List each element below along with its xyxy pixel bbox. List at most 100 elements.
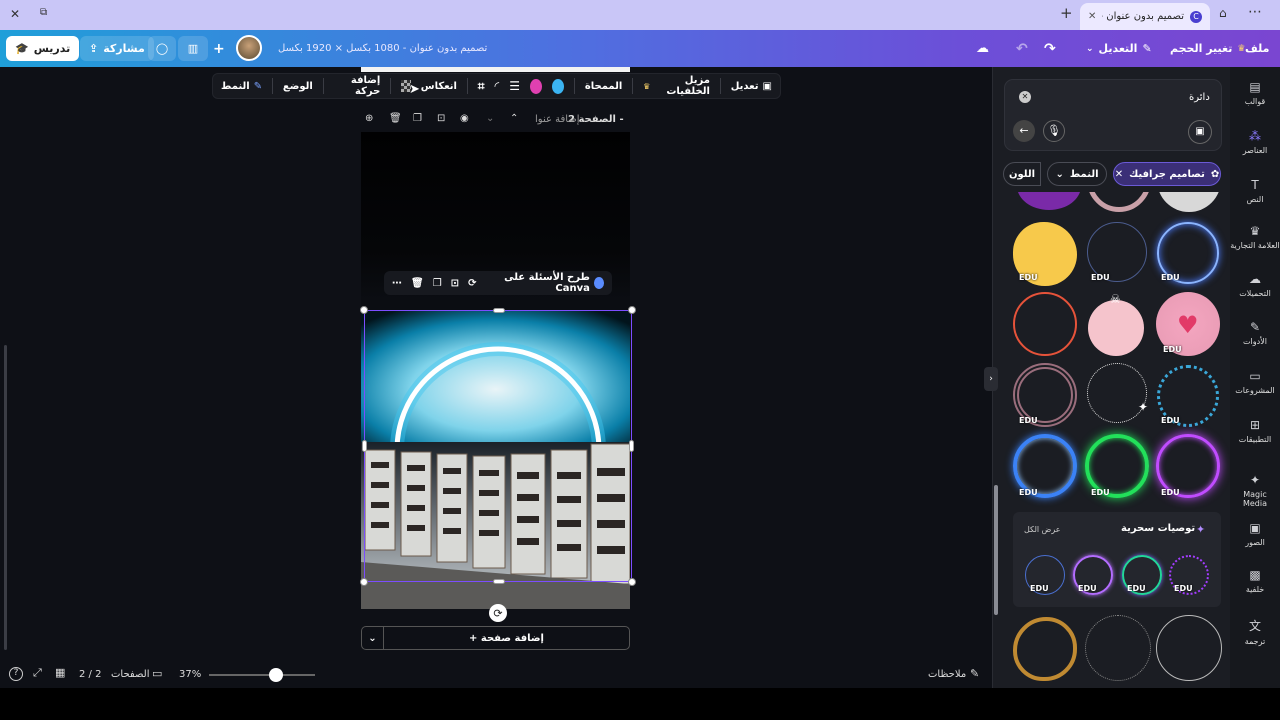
color-swatch-pink[interactable] xyxy=(529,78,542,94)
color-swatch-blue[interactable] xyxy=(552,78,565,94)
notes-button[interactable]: ملاحظات xyxy=(928,669,966,680)
lock-icon[interactable]: ⊡ xyxy=(451,278,459,289)
lock-page-icon[interactable]: ⊡ xyxy=(437,113,445,124)
replace-icon[interactable]: ⟳ xyxy=(468,278,476,289)
corner-rounding-icon[interactable]: ◜ xyxy=(495,79,500,93)
rail-item[interactable]: ▤ قوالب xyxy=(1230,80,1280,106)
pages-button[interactable]: الصفحات xyxy=(111,669,149,680)
graphic-pink-ring[interactable] xyxy=(1087,192,1151,212)
add-page-icon[interactable]: ⊕ xyxy=(365,113,373,124)
delete-icon[interactable]: 🗑 xyxy=(411,278,424,289)
file-menu[interactable]: ملف xyxy=(1245,36,1269,61)
search-input[interactable]: دائرة xyxy=(1189,92,1210,103)
delete-page-icon[interactable]: 🗑 xyxy=(389,113,402,124)
cloud-saved-icon[interactable]: ☁ xyxy=(976,36,989,61)
resize-handle-tl[interactable] xyxy=(360,306,368,314)
duplicate-icon[interactable]: ❐ xyxy=(433,278,442,289)
flip-button[interactable]: انعكاس xyxy=(421,81,457,92)
rail-item[interactable]: ☁ التحميلات xyxy=(1230,272,1280,298)
resize-handle-bl[interactable] xyxy=(360,578,368,586)
resize-handle-right[interactable] xyxy=(629,440,634,452)
zoom-slider-track[interactable] xyxy=(209,674,315,676)
grid-view-icon[interactable]: ▦ xyxy=(55,666,65,679)
collapse-panel-icon[interactable]: › xyxy=(984,367,998,391)
more-options-icon[interactable]: ⋯ xyxy=(392,278,402,289)
rotate-handle-icon[interactable]: ⟳ xyxy=(489,604,507,622)
zoom-slider-thumb[interactable] xyxy=(268,668,283,682)
graphic-sparkle-ring[interactable] xyxy=(1087,363,1147,423)
image-search-icon[interactable]: ▣ xyxy=(1188,120,1212,144)
graphic-pink-ornament[interactable] xyxy=(1088,300,1144,356)
fullscreen-icon[interactable]: ⤢ xyxy=(33,666,42,680)
undo-icon[interactable]: ↶ xyxy=(1016,36,1028,61)
animate-button[interactable]: إضافة حركة xyxy=(334,75,380,97)
panel-scrollbar[interactable] xyxy=(994,485,998,615)
left-scrollbar[interactable] xyxy=(4,345,7,650)
rail-item[interactable]: ▣ الصور xyxy=(1230,521,1280,547)
browser-tab[interactable]: C تصميم بدون عنوان - 0... ✕ xyxy=(1080,3,1210,30)
resize-handle-tr[interactable] xyxy=(628,306,636,314)
filter-chip-color[interactable]: اللون xyxy=(1003,162,1041,186)
graphic-gold-scribble-ring[interactable] xyxy=(1013,617,1077,681)
hide-page-icon[interactable]: ◉ xyxy=(460,113,469,124)
page-title-input[interactable]: إضافة عنوا... xyxy=(535,114,589,125)
edit-mode-button[interactable]: ⌄ التعديل ✎ xyxy=(1086,36,1152,61)
ask-canva-button[interactable]: طرح الأسئلة على Canva xyxy=(485,272,604,294)
rail-item[interactable]: ✎ الأدوات xyxy=(1230,320,1280,346)
rail-item[interactable]: T النص xyxy=(1230,178,1280,204)
rail-item[interactable]: ♛ العلامة التجارية xyxy=(1230,224,1280,250)
selection-box[interactable] xyxy=(360,306,636,586)
redo-icon[interactable]: ↷ xyxy=(1044,36,1056,61)
move-up-icon[interactable]: ⌃ xyxy=(510,113,518,124)
rail-item[interactable]: ⁂ العناصر xyxy=(1230,129,1280,155)
add-page-button[interactable]: + إضافة صفحة xyxy=(384,633,629,644)
rail-item[interactable]: ✦ Magic Media xyxy=(1230,473,1280,508)
zoom-level[interactable]: 37% xyxy=(179,669,201,680)
new-tab-icon[interactable]: + xyxy=(1060,4,1073,22)
remove-filter-icon[interactable]: ✕ xyxy=(1115,169,1123,180)
rail-item[interactable]: ▭ المشروعات xyxy=(1230,369,1280,395)
close-window-icon[interactable]: ✕ xyxy=(10,7,20,21)
graphic-dotted-grey-ring[interactable] xyxy=(1085,615,1151,681)
restore-window-icon[interactable]: ⧉ xyxy=(40,7,47,18)
avatar[interactable] xyxy=(236,35,262,61)
resize-handle-br[interactable] xyxy=(628,578,636,586)
insights-icon[interactable]: ▥ xyxy=(178,36,208,61)
microphone-icon[interactable]: 🎙 xyxy=(1043,120,1065,142)
resize-handle-left[interactable] xyxy=(362,440,367,452)
browser-menu-icon[interactable]: ⋯ xyxy=(1248,4,1262,20)
edit-image-button[interactable]: ▣ تعديل xyxy=(731,81,772,92)
back-arrow-icon[interactable]: ← xyxy=(1013,120,1035,142)
rail-item[interactable]: ⊞ التطبيقات xyxy=(1230,418,1280,444)
help-icon[interactable]: ? xyxy=(9,667,23,681)
graphic-thin-grey-ring[interactable] xyxy=(1156,615,1222,681)
resize-handle-bottom[interactable] xyxy=(493,579,505,584)
graphic-grey-circle[interactable] xyxy=(1157,192,1221,212)
document-title[interactable]: تصميم بدون عنوان - 1080 بكسل × 1920 بكسل xyxy=(278,36,487,61)
home-icon[interactable]: ⌂ xyxy=(1219,6,1227,20)
clear-search-icon[interactable]: ✕ xyxy=(1019,91,1031,103)
add-collaborator-button[interactable]: + xyxy=(213,36,225,61)
graphic-purple-blob[interactable] xyxy=(1017,192,1081,210)
duplicate-page-icon[interactable]: ❐ xyxy=(413,113,422,124)
see-all-link[interactable]: عرض الكل xyxy=(1024,525,1061,534)
teach-button[interactable]: 🎓 تدريس xyxy=(6,36,80,61)
border-style-icon[interactable]: ☰ xyxy=(509,79,520,93)
share-button[interactable]: ⇪ مشاركة xyxy=(80,36,154,61)
rail-item[interactable]: 文 ترجمة xyxy=(1230,617,1280,646)
resize-handle-top[interactable] xyxy=(493,308,505,313)
filter-chip-style[interactable]: ⌄ النمط xyxy=(1047,162,1107,186)
bg-remover-button[interactable]: مزيل الخلفيات ♛ xyxy=(643,75,710,97)
position-button[interactable]: الوضع xyxy=(283,81,313,92)
resize-button[interactable]: تغيير الحجم ♛ xyxy=(1170,36,1245,61)
style-button[interactable]: ✎ النمط xyxy=(221,81,262,92)
tab-close-icon[interactable]: ✕ xyxy=(1088,11,1096,22)
crop-icon[interactable]: ⌗ xyxy=(478,79,485,94)
rail-item[interactable]: ▩ خلفية xyxy=(1230,568,1280,594)
graphic-red-ring[interactable] xyxy=(1013,292,1077,356)
filter-chip-graphics[interactable]: ✕ تصاميم جرافيك ✿ xyxy=(1113,162,1221,186)
move-down-icon[interactable]: ⌄ xyxy=(486,113,494,124)
add-page-options-icon[interactable]: ⌄ xyxy=(362,627,384,649)
eraser-button[interactable]: الممحاة xyxy=(585,81,622,92)
flip-label: انعكاس xyxy=(420,80,457,92)
